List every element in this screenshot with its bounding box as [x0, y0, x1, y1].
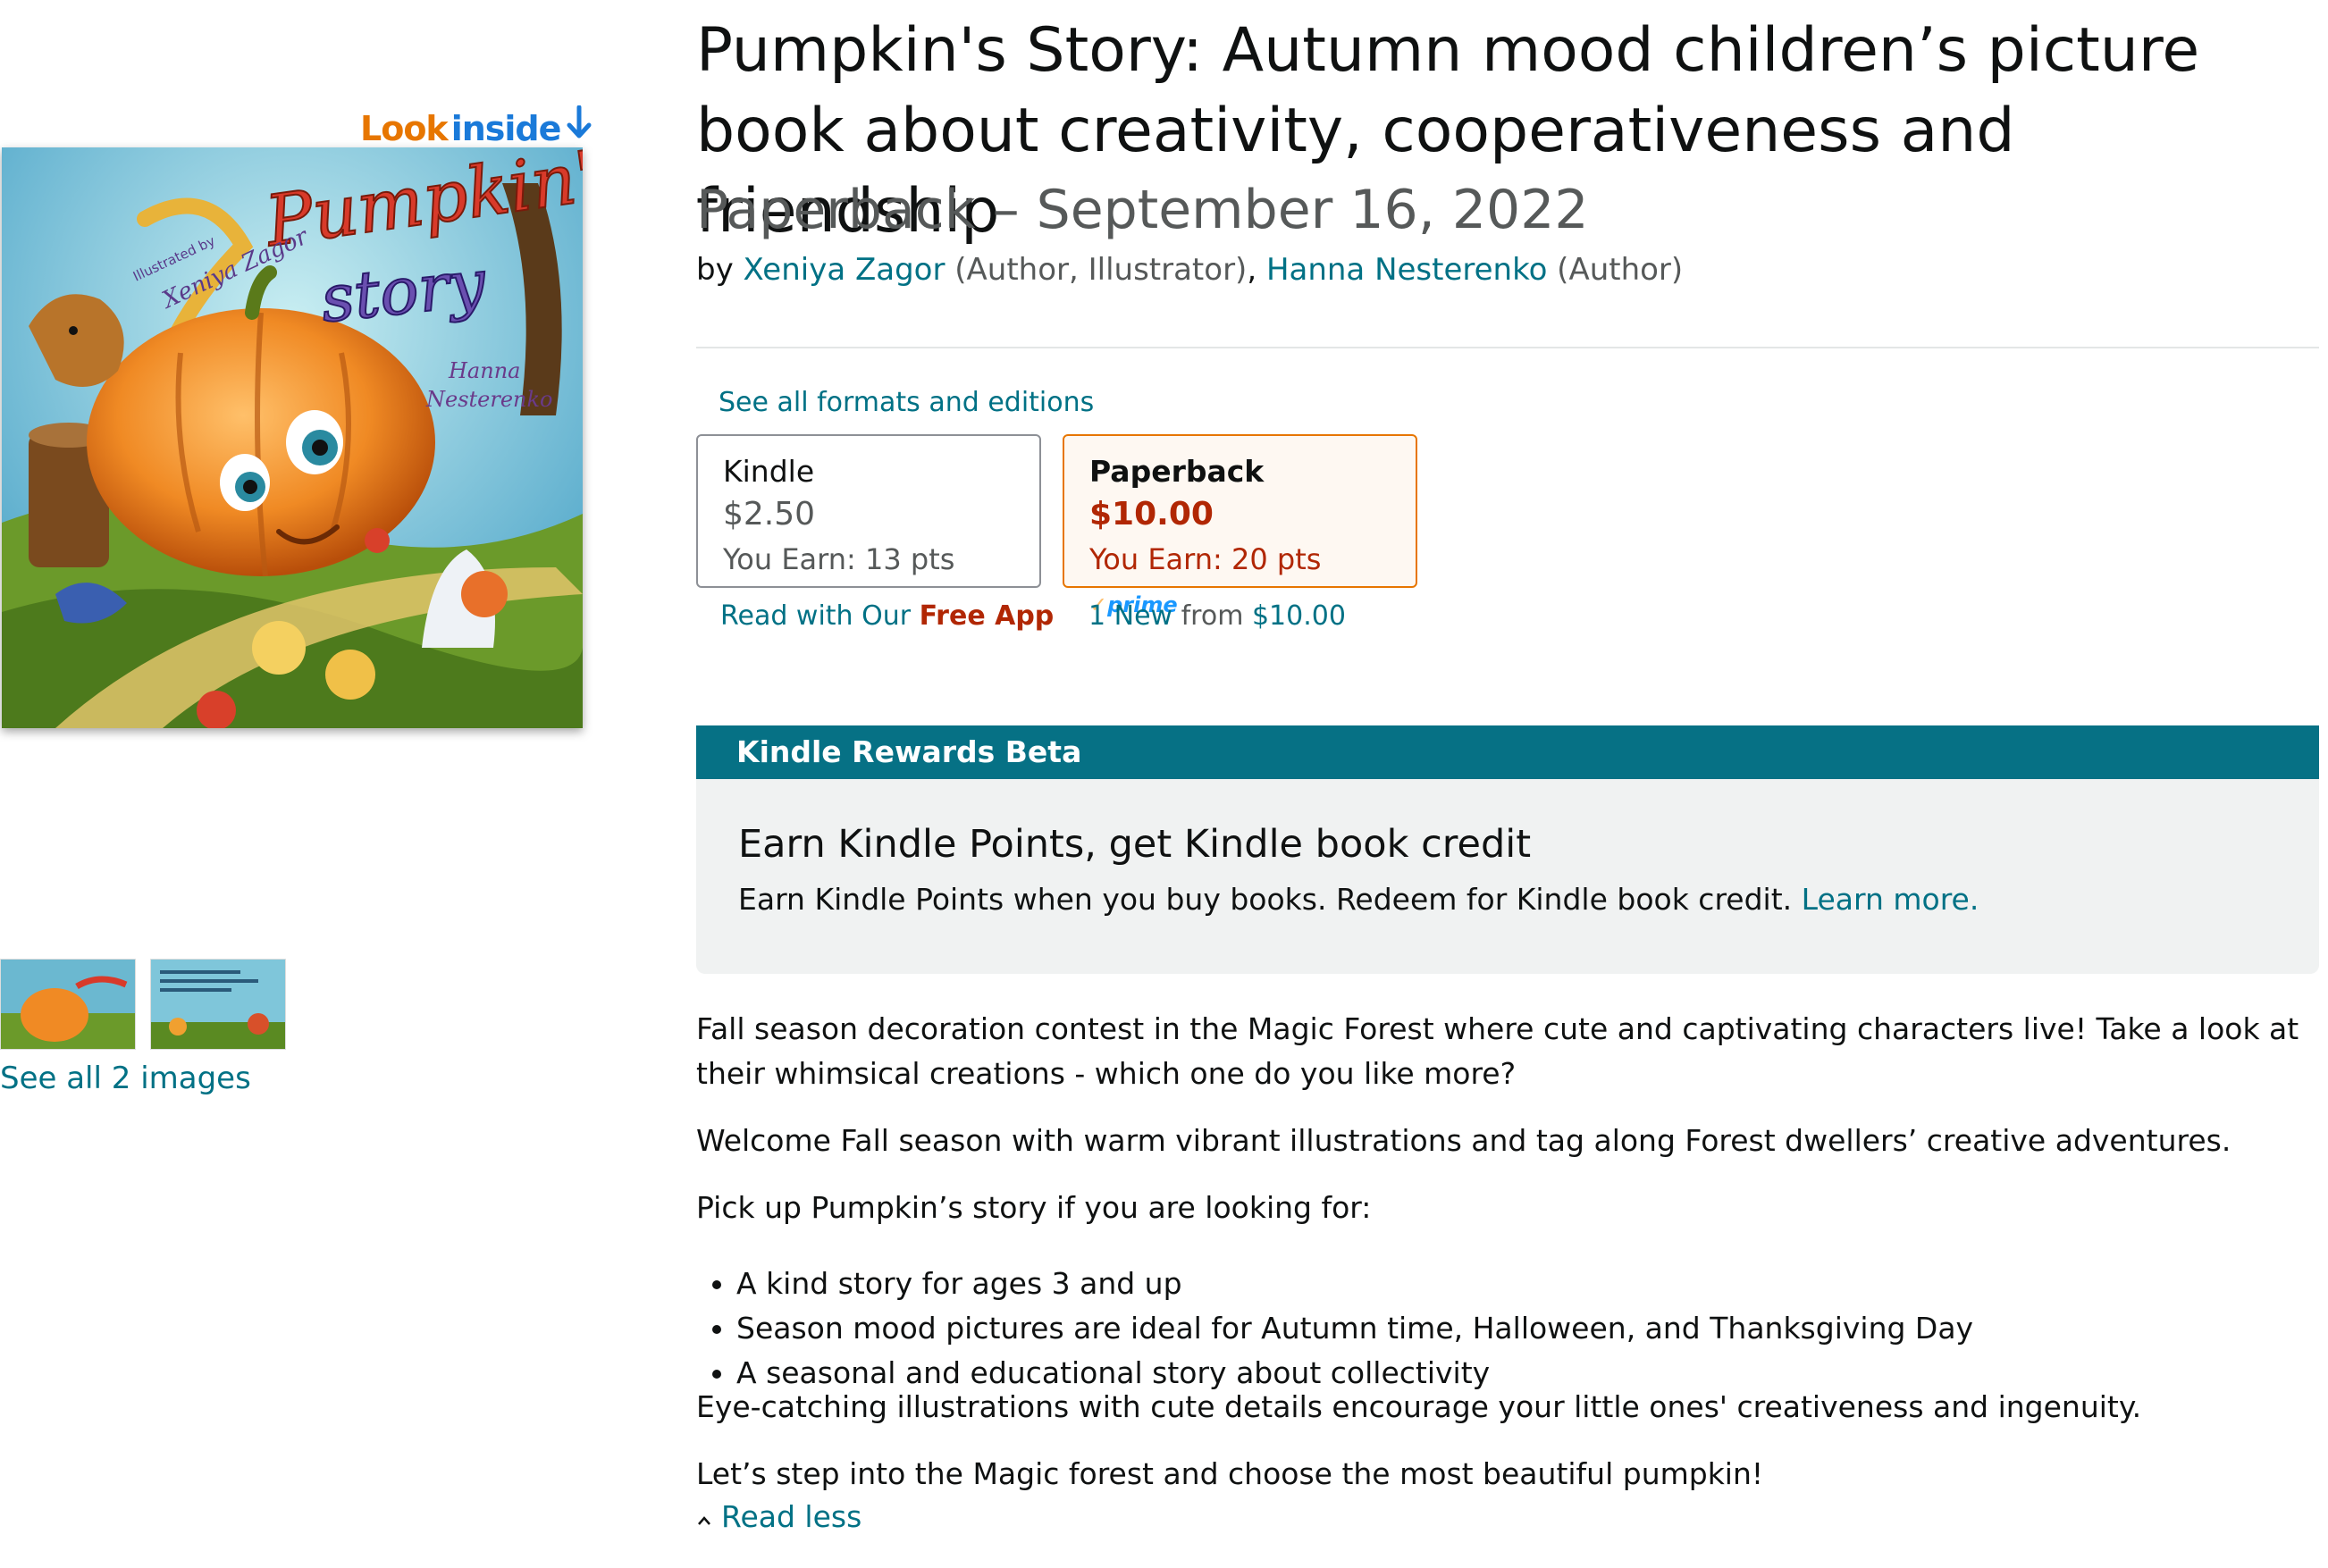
new-from-label: from: [1172, 600, 1252, 632]
author-link-xeniya-zagor[interactable]: Xeniya Zagor: [744, 252, 945, 288]
read-less-button[interactable]: Read less: [696, 1495, 2319, 1539]
rewards-title: Earn Kindle Points, get Kindle book cred…: [738, 822, 1532, 867]
format-price: $2.50: [723, 496, 816, 532]
rewards-desc-text: Earn Kindle Points when you buy books. R…: [738, 882, 1793, 917]
image-gallery: Look inside Pumpkin's story Illustrated …: [0, 0, 626, 1568]
free-app-label: Free App: [919, 600, 1055, 632]
chevron-up-icon: [696, 1495, 712, 1539]
read-free-app-link[interactable]: Read with Our Free App: [720, 600, 1054, 632]
author-role: (Author, Illustrator): [945, 252, 1248, 288]
book-cover-image[interactable]: Pumpkin's story Illustrated by Xeniya Za…: [2, 147, 583, 728]
look-inside-label-1: Look: [360, 108, 449, 148]
book-description: Fall season decoration contest in the Ma…: [696, 1007, 2319, 1539]
format-date: Paperback – September 16, 2022: [696, 179, 1589, 241]
byline: by Xeniya Zagor (Author, Illustrator), H…: [696, 252, 1683, 288]
format-option-kindle[interactable]: Kindle $2.50 You Earn: 13 pts: [696, 434, 1041, 588]
description-paragraph: Let’s step into the Magic forest and cho…: [696, 1456, 1764, 1491]
list-item: Season mood pictures are ideal for Autum…: [736, 1306, 2319, 1351]
format-name: Kindle: [723, 454, 815, 489]
list-item: A kind story for ages 3 and up: [736, 1262, 2319, 1306]
author-separator: ,: [1247, 252, 1266, 288]
description-paragraph: Pick up Pumpkin’s story if you are looki…: [696, 1190, 1372, 1225]
new-price: $10.00: [1251, 600, 1346, 632]
read-less-label: Read less: [721, 1499, 862, 1534]
description-paragraph: Welcome Fall season with warm vibrant il…: [696, 1123, 2231, 1158]
see-all-formats-link[interactable]: See all formats and editions: [719, 387, 1094, 418]
author-role: (Author): [1547, 252, 1684, 288]
format-price: $10.00: [1089, 496, 1214, 532]
kindle-rewards-panel: Kindle Rewards Beta Earn Kindle Points, …: [696, 725, 2319, 974]
learn-more-link[interactable]: Learn more.: [1802, 882, 1979, 917]
by-label: by: [696, 252, 734, 288]
cover-author-2: Nesterenko: [425, 387, 553, 412]
rewards-header: Kindle Rewards Beta: [696, 725, 2319, 779]
look-inside-label-2: inside: [450, 108, 562, 148]
format-points-text: You Earn: 20 pts: [1089, 542, 1322, 576]
format-option-paperback[interactable]: Paperback $10.00 You Earn: 20 pts ✓prime: [1063, 434, 1417, 617]
description-bullet-list: A kind story for ages 3 and up Season mo…: [696, 1262, 2319, 1396]
rewards-description: Earn Kindle Points when you buy books. R…: [738, 882, 1979, 917]
format-name: Paperback: [1089, 454, 1265, 489]
description-paragraph: Eye-catching illustrations with cute det…: [696, 1389, 2142, 1424]
thumbnail-cover[interactable]: [0, 959, 136, 1050]
author-link-hanna-nesterenko[interactable]: Hanna Nesterenko: [1266, 252, 1547, 288]
description-paragraph: Fall season decoration contest in the Ma…: [696, 1011, 2299, 1091]
cover-author-1: Hanna: [448, 358, 520, 383]
new-offers-link[interactable]: 1 New from $10.00: [1088, 600, 1346, 632]
new-count: 1 New: [1088, 600, 1173, 632]
arrow-down-icon: [564, 105, 594, 151]
read-with-label: Read with Our: [720, 600, 920, 632]
look-inside-button[interactable]: Look inside: [360, 105, 594, 151]
divider: [696, 347, 2319, 348]
thumbnail-page[interactable]: [150, 959, 286, 1050]
see-all-images-link[interactable]: See all 2 images: [0, 1061, 251, 1096]
format-points: You Earn: 13 pts: [723, 542, 955, 576]
